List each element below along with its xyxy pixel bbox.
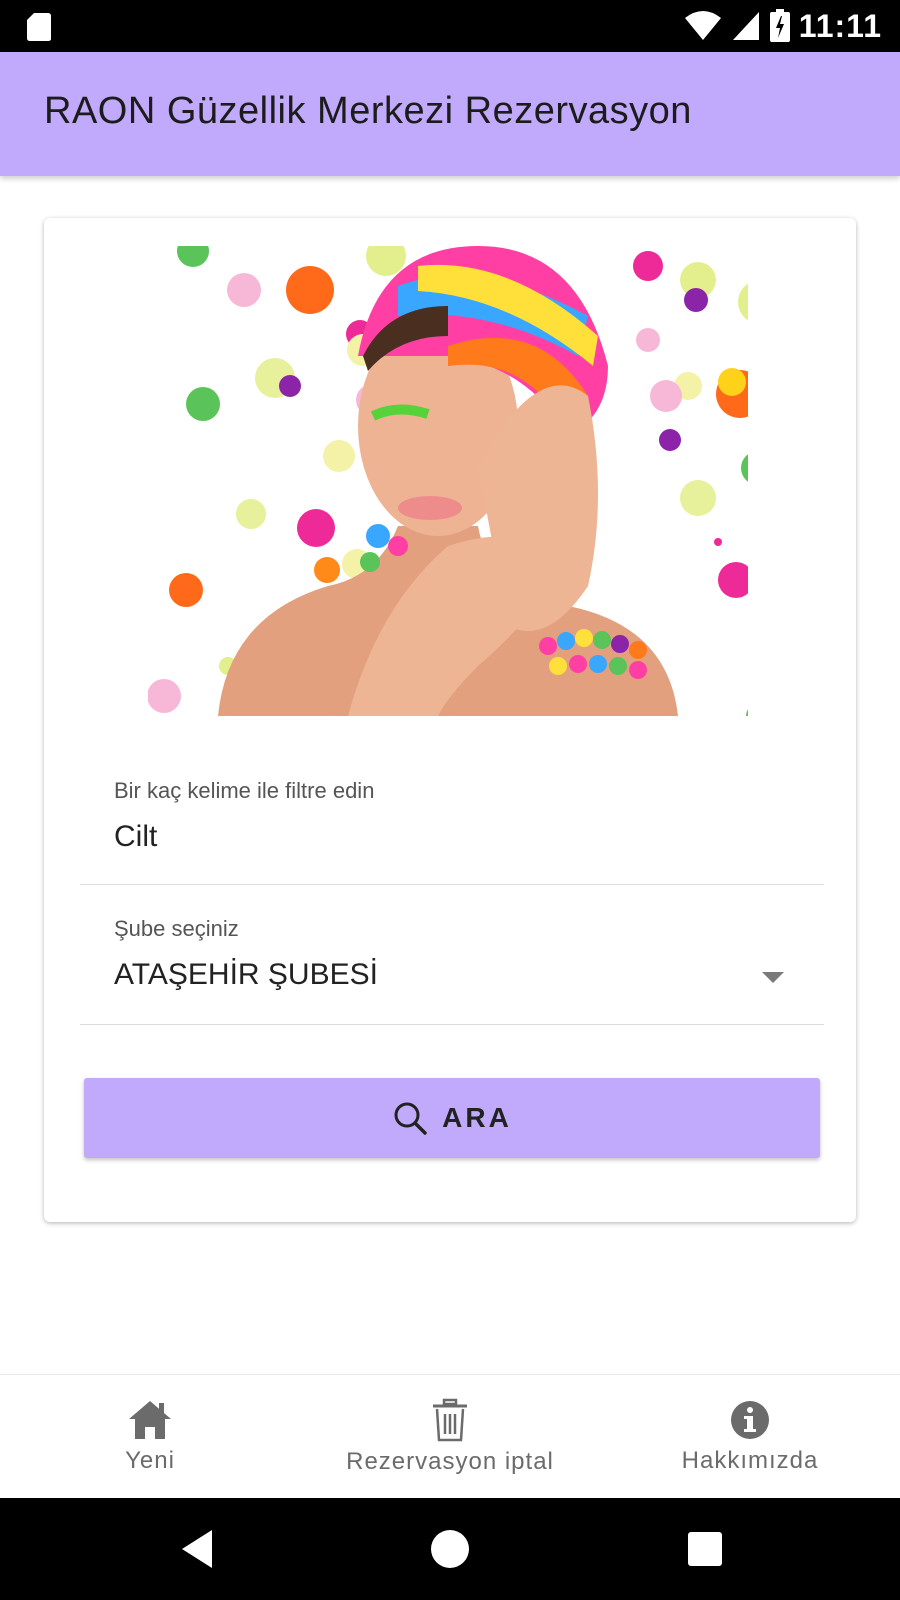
nav-item-yeni[interactable]: Yeni [50,1375,250,1499]
sd-card-icon [27,13,51,41]
back-icon[interactable] [176,1526,222,1572]
info-icon [731,1401,769,1439]
trash-icon [433,1398,467,1442]
wifi-icon [684,11,721,40]
bottom-navigation: Yeni Rezervasyon iptal Hakkımızda [0,1374,900,1499]
branch-select[interactable]: Şube seçiniz ATAŞEHİR ŞUBESİ [80,884,824,1025]
keyword-input[interactable]: Cilt [114,820,157,854]
app-title: RAON Güzellik Merkezi Rezervasyon [44,90,692,132]
home-circle-icon[interactable] [427,1526,473,1572]
signal-icon [732,12,759,40]
status-indicators: 11:11 [683,8,882,44]
search-card: Bir kaç kelime ile filtre edin Cilt Şube… [44,218,856,1222]
home-icon [129,1401,171,1439]
chevron-down-icon[interactable] [762,972,784,983]
nav-label-hakkimizda: Hakkımızda [681,1447,819,1474]
nav-label-rezervasyon-iptal: Rezervasyon iptal [346,1448,554,1475]
colorful-beauty-woman-image [148,246,748,716]
status-bar: 11:11 [0,0,900,52]
branch-select-value[interactable]: ATAŞEHİR ŞUBESİ [114,958,378,992]
search-button-label: ARA [442,1102,512,1133]
status-time: 11:11 [798,7,882,44]
nav-label-yeni: Yeni [125,1447,175,1474]
search-icon [394,1102,427,1135]
nav-item-hakkimizda[interactable]: Hakkımızda [650,1375,850,1499]
keyword-field-label: Bir kaç kelime ile filtre edin [114,778,375,803]
battery-icon [769,9,790,42]
system-navigation-bar [0,1498,900,1600]
nav-item-rezervasyon-iptal[interactable]: Rezervasyon iptal [310,1375,590,1499]
app-bar: RAON Güzellik Merkezi Rezervasyon [0,52,900,176]
branch-select-label: Şube seçiniz [114,916,239,941]
recents-icon[interactable] [682,1526,728,1572]
keyword-field[interactable]: Bir kaç kelime ile filtre edin Cilt [80,750,824,885]
search-button[interactable]: ARA [84,1078,820,1158]
